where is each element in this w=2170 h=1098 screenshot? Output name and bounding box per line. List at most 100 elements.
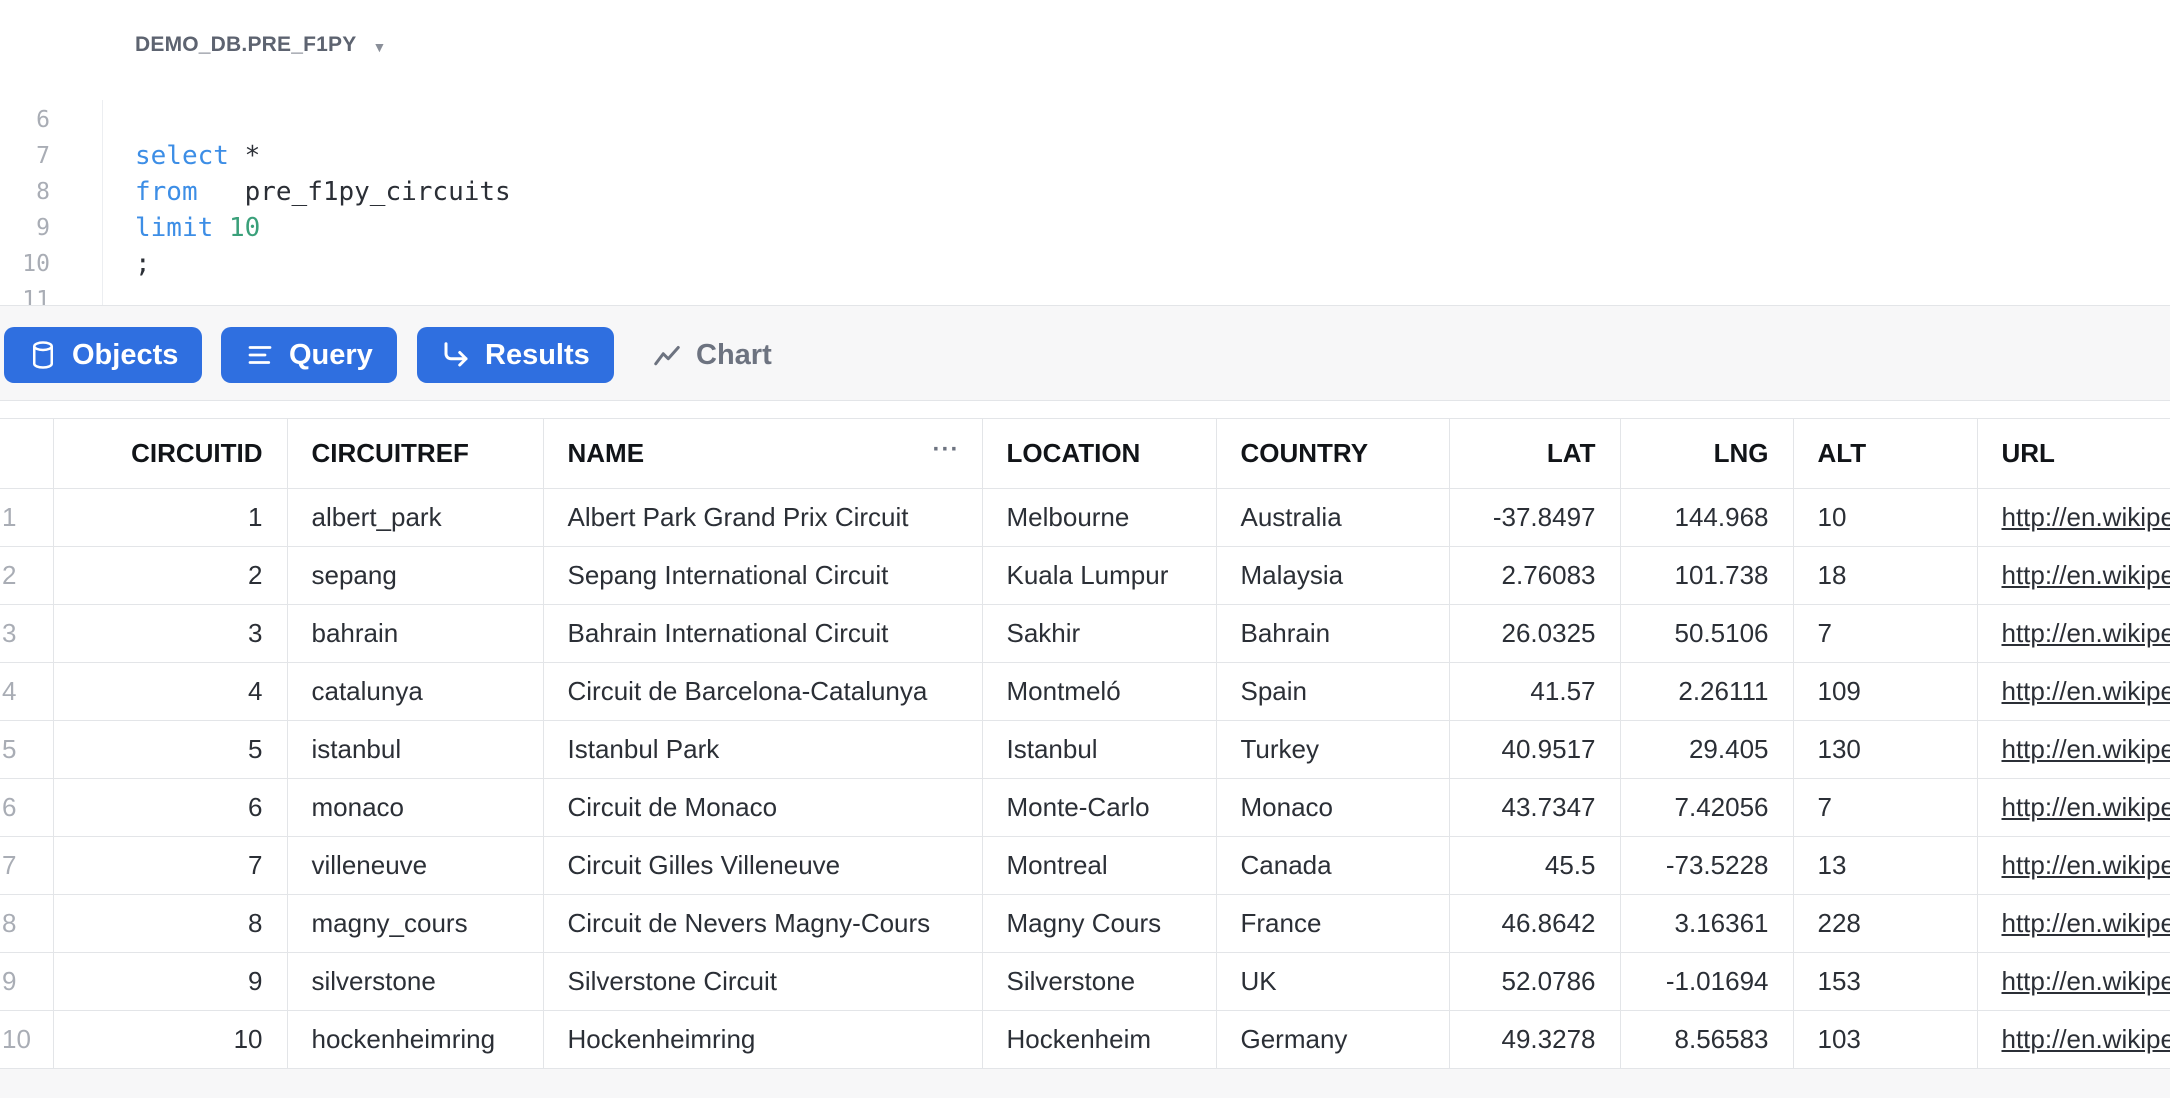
table-cell[interactable]: Monaco	[1216, 778, 1450, 837]
table-cell[interactable]: 8	[53, 894, 288, 953]
url-cell[interactable]: http://en.wikipedia.org/wiki/Sepang_Inte…	[1977, 546, 2170, 605]
table-cell[interactable]: villeneuve	[287, 836, 544, 895]
table-cell[interactable]: 45.5	[1449, 836, 1621, 895]
table-cell[interactable]: Silverstone Circuit	[543, 952, 983, 1011]
table-cell[interactable]: Hockenheimring	[543, 1010, 983, 1068]
table-cell[interactable]: Bahrain	[1216, 604, 1450, 663]
table-cell[interactable]: sepang	[287, 546, 544, 605]
column-header-lat[interactable]: LAT	[1449, 418, 1621, 489]
code-line[interactable]: 10;	[0, 246, 150, 282]
column-header-country[interactable]: COUNTRY	[1216, 418, 1450, 489]
table-cell[interactable]: istanbul	[287, 720, 544, 779]
column-header-location[interactable]: LOCATION	[982, 418, 1217, 489]
table-cell[interactable]: silverstone	[287, 952, 544, 1011]
table-cell[interactable]: 2.26111	[1620, 662, 1794, 721]
table-cell[interactable]: Bahrain International Circuit	[543, 604, 983, 663]
sql-editor[interactable]: 6 7 select * 8 from pre_f1py_circuits 9 limit …	[0, 100, 2170, 305]
table-cell[interactable]: Kuala Lumpur	[982, 546, 1217, 605]
table-cell[interactable]: 7	[1793, 604, 1978, 663]
table-cell[interactable]: 7	[53, 836, 288, 895]
objects-button[interactable]: Objects	[4, 327, 203, 383]
table-cell[interactable]: 13	[1793, 836, 1978, 895]
table-cell[interactable]: 10	[1793, 488, 1978, 547]
table-cell[interactable]: 2.76083	[1449, 546, 1621, 605]
table-cell[interactable]: Sepang International Circuit	[543, 546, 983, 605]
table-row[interactable]: 10 10 hockenheimring Hockenheimring Hockenhe…	[0, 1010, 2170, 1068]
url-cell[interactable]: http://en.wikipedia.org/wiki/Circuit_de_…	[1977, 894, 2170, 953]
table-cell[interactable]: 49.3278	[1449, 1010, 1621, 1068]
url-cell[interactable]: http://en.wikipedia.org/wiki/Circuit_de_…	[1977, 662, 2170, 721]
table-cell[interactable]: hockenheimring	[287, 1010, 544, 1068]
column-header-circuitid[interactable]: CIRCUITID	[53, 418, 288, 489]
table-row[interactable]: 1 1 albert_park Albert Park Grand Prix Circ…	[0, 488, 2170, 547]
table-cell[interactable]: 130	[1793, 720, 1978, 779]
table-row[interactable]: 3 3 bahrain Bahrain International Circuit Sa…	[0, 604, 2170, 663]
code-line[interactable]: 8 from pre_f1py_circuits	[0, 174, 511, 210]
context-selector[interactable]: DEMO_DB.PRE_F1PY ▼	[135, 30, 387, 60]
table-row[interactable]: 4 4 catalunya Circuit de Barcelona-Cataluny…	[0, 662, 2170, 721]
table-cell[interactable]: Istanbul Park	[543, 720, 983, 779]
table-row[interactable]: 6 6 monaco Circuit de Monaco Monte-Carlo Mona…	[0, 778, 2170, 837]
table-cell[interactable]: 6	[53, 778, 288, 837]
table-cell[interactable]: 26.0325	[1449, 604, 1621, 663]
table-cell[interactable]: Montreal	[982, 836, 1217, 895]
results-button[interactable]: Results	[417, 327, 614, 383]
table-cell[interactable]: catalunya	[287, 662, 544, 721]
table-cell[interactable]: -37.8497	[1449, 488, 1621, 547]
table-cell[interactable]: Sakhir	[982, 604, 1217, 663]
table-cell[interactable]: 46.8642	[1449, 894, 1621, 953]
url-cell[interactable]: http://en.wikipedia.org/wiki/Istanbul_Pa…	[1977, 720, 2170, 779]
table-cell[interactable]: 101.738	[1620, 546, 1794, 605]
table-cell[interactable]: Circuit Gilles Villeneuve	[543, 836, 983, 895]
url-cell[interactable]: http://en.wikipedia.org/wiki/Circuit_de_…	[1977, 778, 2170, 837]
table-cell[interactable]: 3.16361	[1620, 894, 1794, 953]
table-row[interactable]: 7 7 villeneuve Circuit Gilles Villeneuve Mon…	[0, 836, 2170, 895]
table-row[interactable]: 5 5 istanbul Istanbul Park Istanbul Turkey 40.…	[0, 720, 2170, 779]
table-cell[interactable]: Silverstone	[982, 952, 1217, 1011]
column-header-name[interactable]: NAME ···	[543, 418, 983, 489]
table-cell[interactable]: Canada	[1216, 836, 1450, 895]
table-cell[interactable]: 153	[1793, 952, 1978, 1011]
table-cell[interactable]: Malaysia	[1216, 546, 1450, 605]
table-cell[interactable]: 7.42056	[1620, 778, 1794, 837]
table-cell[interactable]: albert_park	[287, 488, 544, 547]
url-cell[interactable]: http://en.wikipedia.org/wiki/Melbourne_G…	[1977, 488, 2170, 547]
table-cell[interactable]: UK	[1216, 952, 1450, 1011]
table-cell[interactable]: 18	[1793, 546, 1978, 605]
url-cell[interactable]: http://en.wikipedia.org/wiki/Hockenheimr…	[1977, 1010, 2170, 1068]
query-button[interactable]: Query	[221, 327, 397, 383]
table-cell[interactable]: Turkey	[1216, 720, 1450, 779]
url-cell[interactable]: http://en.wikipedia.org/wiki/Silverstone…	[1977, 952, 2170, 1011]
table-cell[interactable]: Circuit de Nevers Magny-Cours	[543, 894, 983, 953]
table-cell[interactable]: 144.968	[1620, 488, 1794, 547]
column-header-url[interactable]: URL	[1977, 418, 2170, 489]
table-cell[interactable]: 40.9517	[1449, 720, 1621, 779]
table-cell[interactable]: Hockenheim	[982, 1010, 1217, 1068]
code-line[interactable]: 11	[0, 282, 50, 305]
table-cell[interactable]: 52.0786	[1449, 952, 1621, 1011]
table-cell[interactable]: Spain	[1216, 662, 1450, 721]
table-cell[interactable]: 4	[53, 662, 288, 721]
table-cell[interactable]: 2	[53, 546, 288, 605]
table-cell[interactable]: 109	[1793, 662, 1978, 721]
table-cell[interactable]: France	[1216, 894, 1450, 953]
table-cell[interactable]: Circuit de Monaco	[543, 778, 983, 837]
table-cell[interactable]: 10	[53, 1010, 288, 1068]
url-cell[interactable]: http://en.wikipedia.org/wiki/Circuit_Gil…	[1977, 836, 2170, 895]
more-options-icon[interactable]: ···	[933, 436, 960, 464]
table-cell[interactable]: monaco	[287, 778, 544, 837]
table-cell[interactable]: 1	[53, 488, 288, 547]
table-cell[interactable]: Germany	[1216, 1010, 1450, 1068]
table-cell[interactable]: Magny Cours	[982, 894, 1217, 953]
column-header-lng[interactable]: LNG	[1620, 418, 1794, 489]
table-cell[interactable]: -73.5228	[1620, 836, 1794, 895]
table-cell[interactable]: 3	[53, 604, 288, 663]
table-cell[interactable]: Istanbul	[982, 720, 1217, 779]
table-row[interactable]: 2 2 sepang Sepang International Circuit Kual…	[0, 546, 2170, 605]
results-grid[interactable]: CIRCUITID CIRCUITREF NAME ··· LOCATION C…	[0, 418, 2170, 1068]
code-line[interactable]: 7 select *	[0, 138, 260, 174]
table-row[interactable]: 9 9 silverstone Silverstone Circuit Silverst…	[0, 952, 2170, 1011]
table-cell[interactable]: 50.5106	[1620, 604, 1794, 663]
table-cell[interactable]: Australia	[1216, 488, 1450, 547]
table-cell[interactable]: 5	[53, 720, 288, 779]
